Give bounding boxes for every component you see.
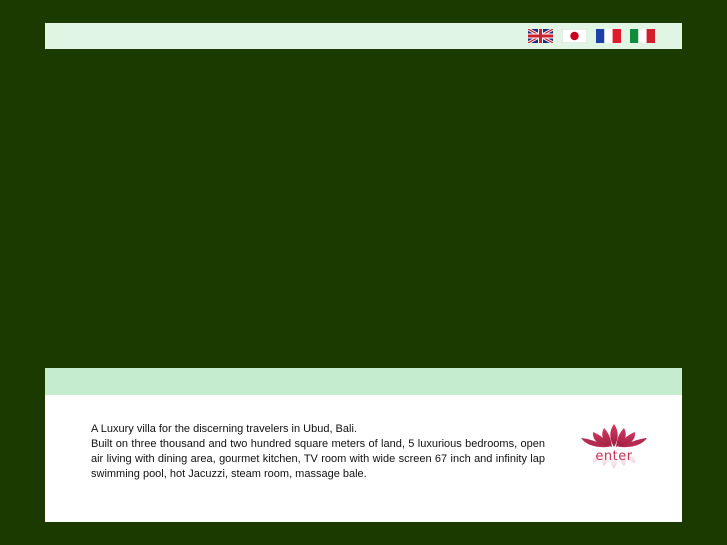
uk-flag-icon[interactable] xyxy=(528,29,553,43)
enter-label: enter xyxy=(595,449,633,464)
enter-button[interactable]: enter xyxy=(578,421,650,487)
language-selector xyxy=(528,29,655,43)
japan-flag-icon[interactable] xyxy=(562,29,587,43)
france-flag-icon[interactable] xyxy=(596,29,621,43)
intro-tagline: A Luxury villa for the discerning travel… xyxy=(91,423,357,435)
splash-page: A Luxury villa for the discerning travel… xyxy=(0,0,727,545)
language-bar xyxy=(45,23,682,49)
intro-details: Built on three thousand and two hundred … xyxy=(91,438,545,480)
italy-flag-icon[interactable] xyxy=(630,29,655,43)
villa-description: A Luxury villa for the discerning travel… xyxy=(91,422,545,482)
decorative-strip xyxy=(45,368,682,395)
intro-panel: A Luxury villa for the discerning travel… xyxy=(45,395,682,522)
